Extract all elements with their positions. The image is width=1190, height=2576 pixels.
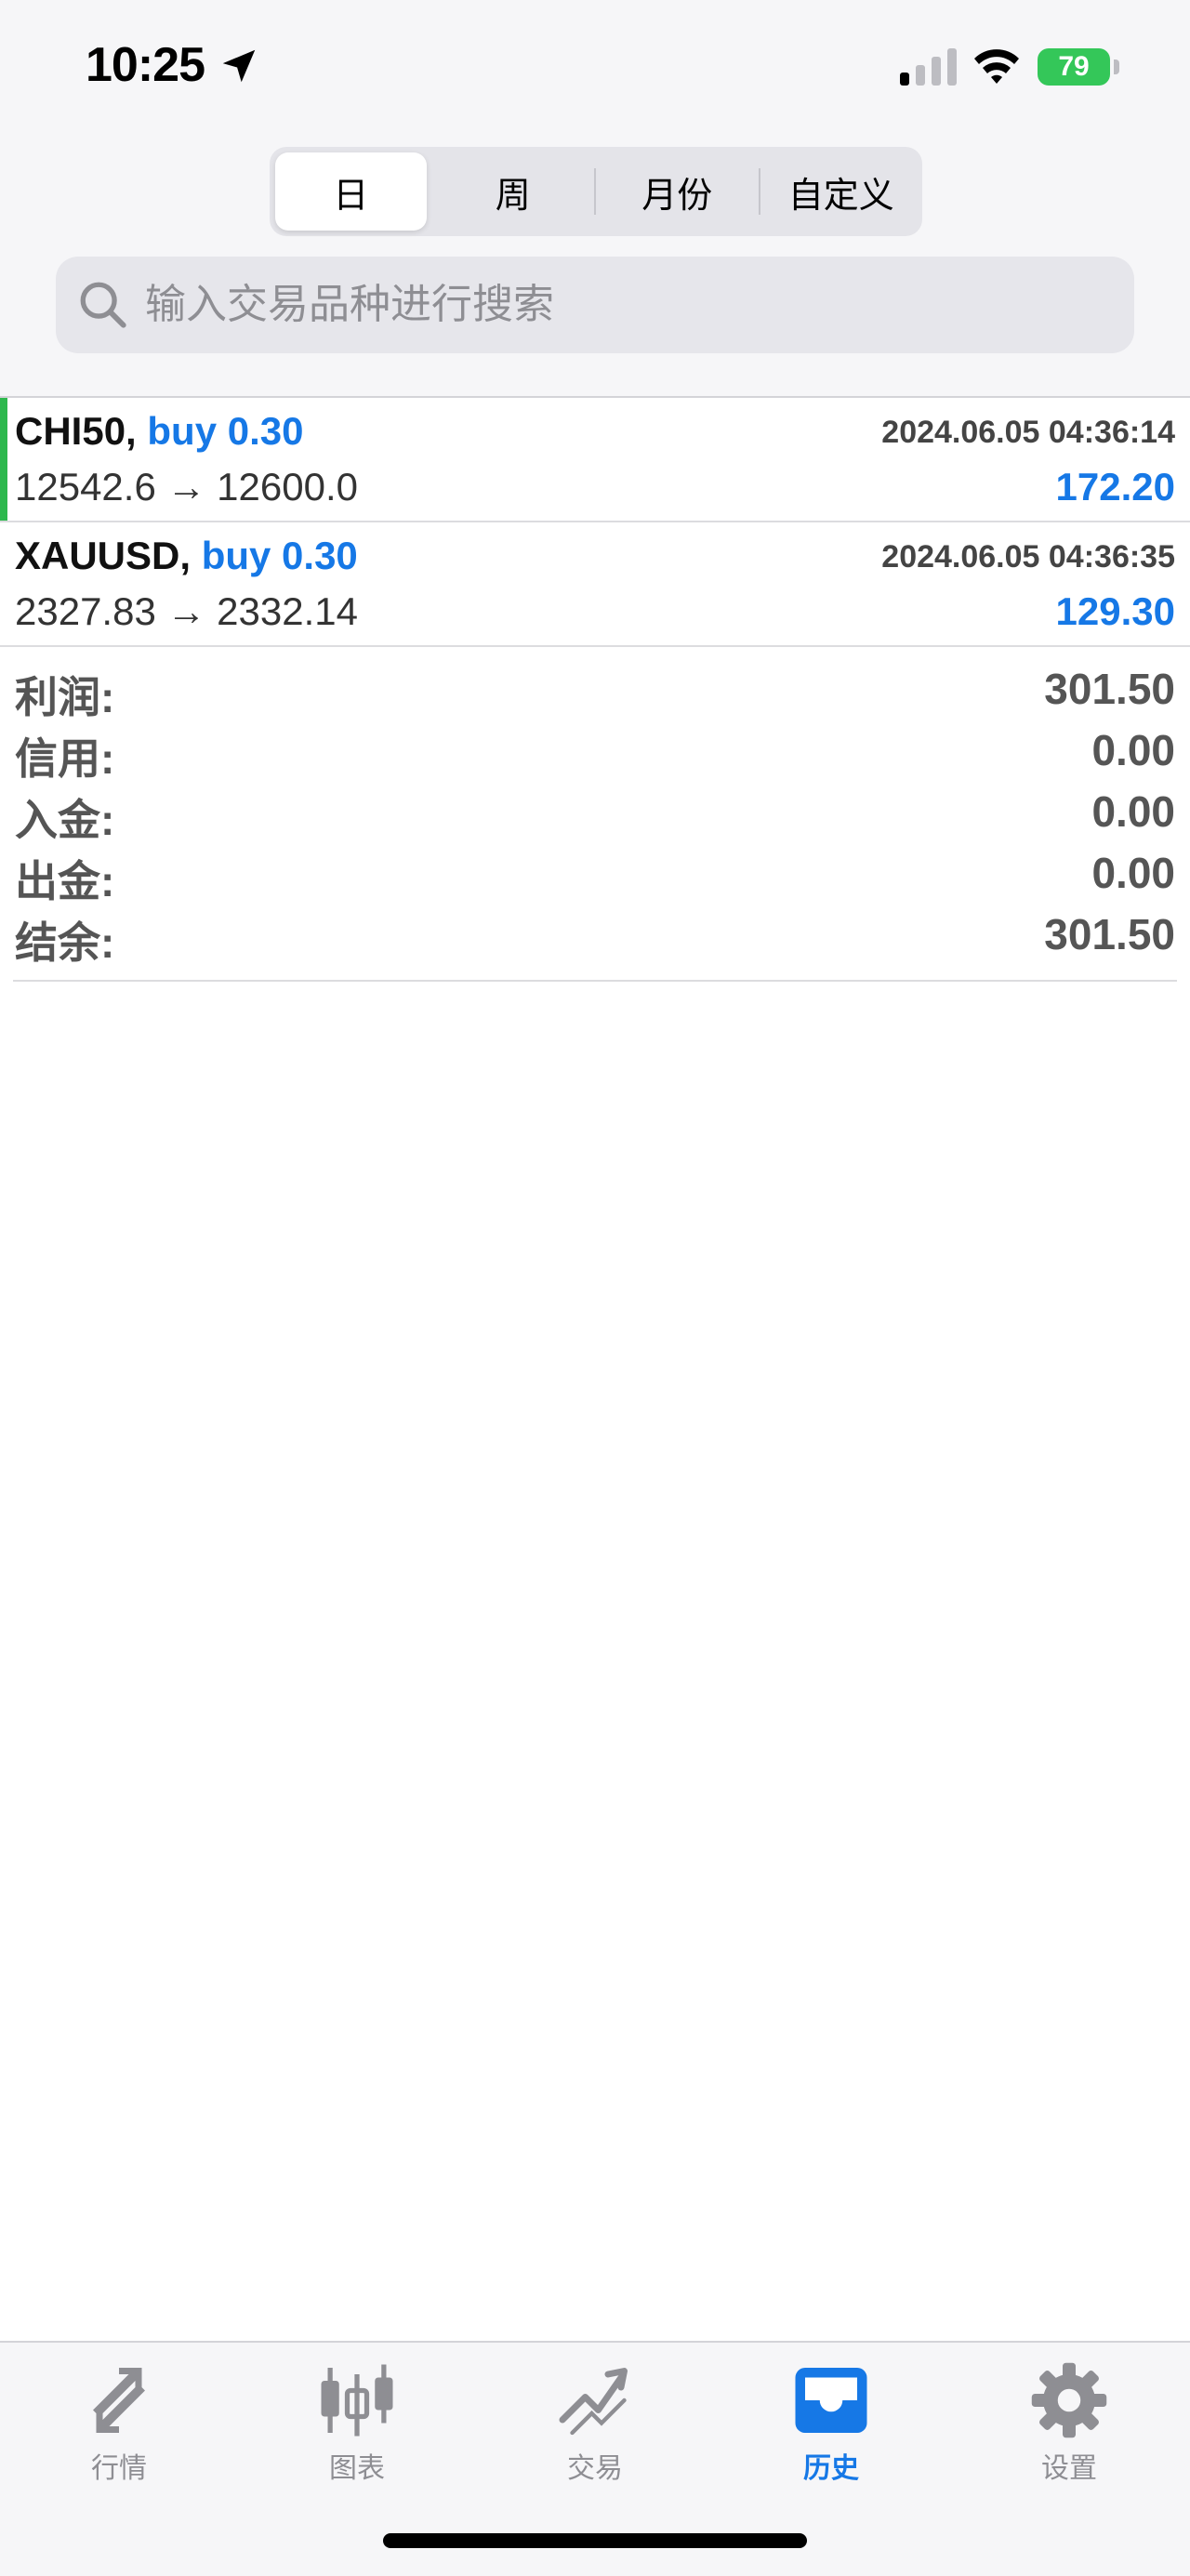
trade-prices: 12542.6 → 12600.0 <box>15 465 358 509</box>
summary-label: 出金: <box>15 857 115 905</box>
summary-row-balance: 结余: 301.50 <box>13 904 1177 967</box>
summary-value: 301.50 <box>1044 665 1175 713</box>
account-summary: 利润: 301.50 信用: 0.00 入金: 0.00 出金: 0.00 结余… <box>13 658 1177 982</box>
wifi-icon <box>974 49 1019 84</box>
summary-row-profit: 利润: 301.50 <box>13 658 1177 721</box>
trade-trend-icon <box>559 2368 628 2436</box>
segment-day[interactable]: 日 <box>275 152 427 231</box>
trade-prices: 2327.83 → 2332.14 <box>15 589 358 633</box>
summary-value: 0.00 <box>1091 849 1175 897</box>
battery-tip <box>1114 59 1119 74</box>
trade-symbol: CHI50, <box>15 409 137 453</box>
home-indicator <box>383 2533 807 2548</box>
tab-label: 历史 <box>803 2453 859 2484</box>
search-input[interactable] <box>143 281 1114 329</box>
tab-charts[interactable]: 图表 <box>264 2361 450 2501</box>
quotes-arrows-icon <box>93 2368 145 2433</box>
tab-label: 交易 <box>567 2453 623 2484</box>
battery-indicator: 79 <box>1038 48 1110 86</box>
summary-label: 信用: <box>15 734 115 783</box>
summary-label: 利润: <box>15 673 115 721</box>
trade-time: 2024.06.05 04:36:35 <box>881 539 1175 575</box>
tab-settings[interactable]: 设置 <box>976 2361 1162 2501</box>
trade-action: buy 0.30 <box>201 534 358 577</box>
tab-trade[interactable]: 交易 <box>502 2361 688 2501</box>
segment-month[interactable]: 月份 <box>602 152 753 231</box>
status-bar: 10:25 79 <box>0 0 1190 130</box>
candlestick-chart-icon <box>321 2364 393 2437</box>
header-area: 10:25 79 日 周 月份 自定义 <box>0 0 1190 398</box>
tab-label: 图表 <box>329 2453 385 2484</box>
trade-row[interactable]: CHI50, buy 0.30 2024.06.05 04:36:14 1254… <box>0 398 1190 522</box>
trade-header: XAUUSD, buy 0.30 <box>15 534 358 578</box>
battery-level: 79 <box>1058 51 1090 82</box>
gear-icon <box>1031 2362 1107 2438</box>
trade-symbol: XAUUSD, <box>15 534 192 577</box>
tab-history[interactable]: 历史 <box>738 2361 924 2501</box>
tab-label: 设置 <box>1041 2453 1097 2484</box>
summary-label: 入金: <box>15 796 115 844</box>
segment-divider <box>758 168 760 215</box>
trade-profit: 129.30 <box>1055 589 1175 633</box>
location-arrow-icon <box>222 49 256 83</box>
trade-header: CHI50, buy 0.30 <box>15 409 303 454</box>
segment-week[interactable]: 周 <box>438 152 589 231</box>
tab-label: 行情 <box>91 2453 147 2484</box>
summary-value: 0.00 <box>1091 726 1175 774</box>
trade-time: 2024.06.05 04:36:14 <box>881 415 1175 450</box>
summary-value: 0.00 <box>1091 787 1175 836</box>
status-time: 10:25 <box>86 38 205 92</box>
segment-divider <box>594 168 596 215</box>
search-bar[interactable] <box>56 257 1134 353</box>
segment-custom[interactable]: 自定义 <box>766 152 918 231</box>
trade-row[interactable]: XAUUSD, buy 0.30 2024.06.05 04:36:35 232… <box>0 522 1190 647</box>
history-inbox-icon <box>795 2368 867 2433</box>
trade-action: buy 0.30 <box>147 409 304 453</box>
summary-label: 结余: <box>15 918 115 967</box>
tab-quotes[interactable]: 行情 <box>26 2361 212 2501</box>
cellular-signal-icon <box>900 48 957 86</box>
period-segmented-control: 日 周 月份 自定义 <box>270 147 922 236</box>
trade-profit: 172.20 <box>1055 465 1175 509</box>
summary-row-withdrawal: 出金: 0.00 <box>13 842 1177 905</box>
summary-value: 301.50 <box>1044 910 1175 958</box>
summary-row-deposit: 入金: 0.00 <box>13 781 1177 844</box>
search-icon <box>80 282 126 328</box>
summary-row-credit: 信用: 0.00 <box>13 720 1177 783</box>
